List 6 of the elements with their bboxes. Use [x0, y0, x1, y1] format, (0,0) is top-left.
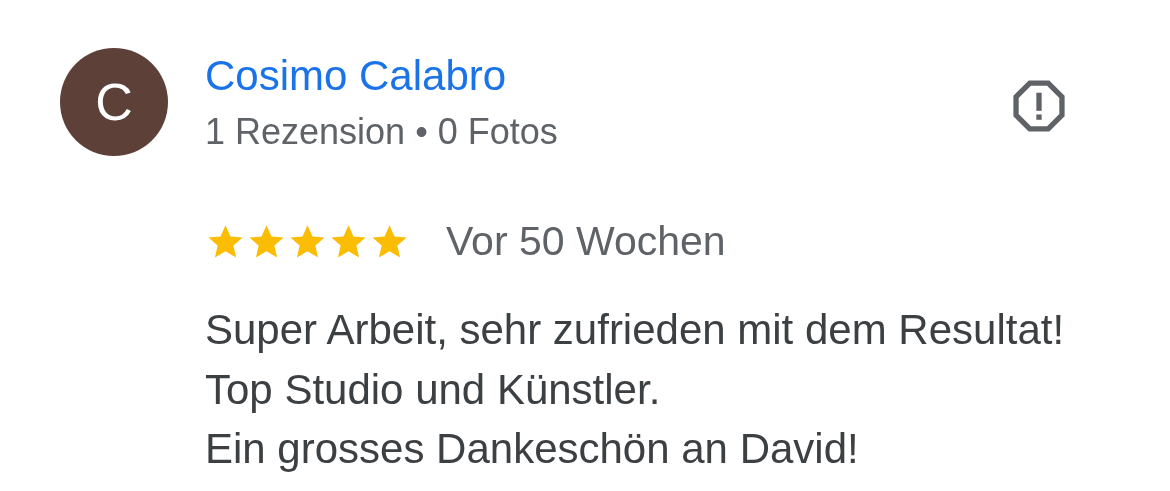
author-name[interactable]: Cosimo Calabro: [205, 49, 1010, 103]
review-meta: 1 Rezension • 0 Fotos: [205, 110, 559, 154]
review-text: Super Arbeit, sehr zufrieden mit dem Resultat! Top Studio und Künstler. Ein grosses Dankeschön an David!: [205, 305, 1066, 474]
review-date: Vor 50 Wochen: [446, 217, 726, 266]
avatar: C: [60, 48, 168, 156]
report-icon[interactable]: [1010, 77, 1068, 135]
